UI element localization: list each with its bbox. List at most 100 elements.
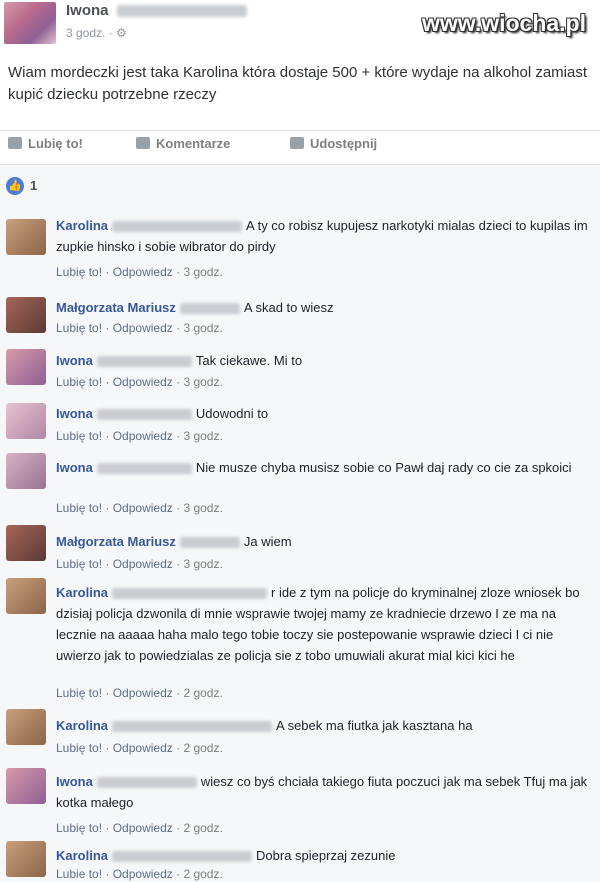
separator: · bbox=[172, 867, 184, 881]
separator: · bbox=[102, 686, 113, 700]
comment-meta: Lubię to! · Odpowiedz · 3 godz. bbox=[56, 265, 223, 279]
comment-meta: Lubie to! · Odpowiedz · 2 godz. bbox=[56, 867, 223, 881]
comment-time[interactable]: 3 godz. bbox=[183, 265, 222, 279]
commenter-avatar[interactable] bbox=[6, 841, 46, 877]
comment-reply-link[interactable]: Odpowiedz bbox=[113, 741, 173, 755]
comment-like-link[interactable]: Lubię to! bbox=[56, 375, 102, 389]
comment-reply-link[interactable]: Odpowiedz bbox=[113, 557, 173, 571]
separator: · bbox=[172, 821, 184, 835]
commenter-name[interactable]: Iwona bbox=[56, 460, 93, 475]
commenter-name[interactable]: Iwona bbox=[56, 774, 93, 789]
like-count: 1 bbox=[30, 178, 38, 193]
commenter-avatar[interactable] bbox=[6, 297, 46, 333]
comment-like-link[interactable]: Lubię to! bbox=[56, 265, 102, 279]
comment-reply-link[interactable]: Odpowiedz bbox=[113, 867, 173, 881]
comment-like-link[interactable]: Lubię to! bbox=[56, 321, 102, 335]
separator: · bbox=[102, 501, 113, 515]
redacted-surname bbox=[96, 463, 192, 475]
thumbs-up-icon: 👍 bbox=[6, 177, 24, 195]
author-name[interactable]: Iwona bbox=[66, 2, 109, 19]
watermark: www.wiocha.pl bbox=[422, 10, 586, 36]
redacted-surname bbox=[112, 851, 253, 863]
share-label: Udostępnij bbox=[310, 136, 378, 151]
author-avatar[interactable] bbox=[4, 2, 56, 44]
comment-time[interactable]: 2 godz. bbox=[183, 741, 222, 755]
comment-reply-link[interactable]: Odpowiedz bbox=[113, 265, 173, 279]
comment-time[interactable]: 2 godz. bbox=[183, 867, 222, 881]
comment-icon bbox=[136, 137, 150, 149]
comment-body: Iwona wiesz co byś chciała takiego fiuta … bbox=[56, 771, 596, 813]
redacted-surname bbox=[179, 537, 240, 549]
comment-time[interactable]: 2 godz. bbox=[183, 686, 222, 700]
commenter-name[interactable]: Karolina bbox=[56, 718, 108, 733]
commenter-name[interactable]: Małgorzata Mariusz bbox=[56, 300, 176, 315]
commenter-avatar[interactable] bbox=[6, 349, 46, 385]
comment-label: Komentarze bbox=[156, 136, 231, 151]
comment-body: Karolina A ty co robisz kupujesz narkotyk… bbox=[56, 215, 596, 257]
commenter-name[interactable]: Karolina bbox=[56, 218, 108, 233]
comment-button[interactable]: Komentarze bbox=[136, 136, 230, 151]
post-author[interactable]: Iwona bbox=[66, 2, 247, 19]
comment-body: Iwona Tak ciekawe. Mi to bbox=[56, 350, 596, 371]
comment-time[interactable]: 3 godz. bbox=[183, 557, 222, 571]
comment-like-link[interactable]: Lubię to! bbox=[56, 429, 102, 443]
comment-meta: Lubię to! · Odpowiedz · 2 godz. bbox=[56, 686, 223, 700]
commenter-avatar[interactable] bbox=[6, 453, 46, 489]
redacted-surname bbox=[112, 588, 268, 600]
comment-reply-link[interactable]: Odpowiedz bbox=[113, 821, 173, 835]
comment-meta: Lubię to! · Odpowiedz · 3 godz. bbox=[56, 429, 223, 443]
comment-time[interactable]: 3 godz. bbox=[183, 429, 222, 443]
thumbs-up-icon bbox=[8, 137, 22, 149]
commenter-avatar[interactable] bbox=[6, 403, 46, 439]
separator: · bbox=[102, 867, 113, 881]
comment-reply-link[interactable]: Odpowiedz bbox=[113, 375, 173, 389]
comment-reply-link[interactable]: Odpowiedz bbox=[113, 321, 173, 335]
comment-meta: Lubię to! · Odpowiedz · 3 godz. bbox=[56, 375, 223, 389]
comment-text: Dobra spieprzaj zezunie bbox=[256, 848, 396, 863]
commenter-avatar[interactable] bbox=[6, 219, 46, 255]
comment-time[interactable]: 3 godz. bbox=[183, 375, 222, 389]
comment-reply-link[interactable]: Odpowiedz bbox=[113, 686, 173, 700]
separator: · bbox=[102, 265, 113, 279]
comment-reply-link[interactable]: Odpowiedz bbox=[113, 501, 173, 515]
commenter-name[interactable]: Karolina bbox=[56, 848, 108, 863]
comment-like-link[interactable]: Lubię to! bbox=[56, 741, 102, 755]
commenter-name[interactable]: Małgorzata Mariusz bbox=[56, 534, 176, 549]
commenter-name[interactable]: Iwona bbox=[56, 353, 93, 368]
separator: · bbox=[102, 321, 113, 335]
separator: · bbox=[172, 375, 184, 389]
post-time[interactable]: 3 godz. · ⚙ bbox=[66, 26, 127, 40]
comment-meta: Lubię to! · Odpowiedz · 3 godz. bbox=[56, 321, 223, 335]
comment-like-link[interactable]: Lubię to! bbox=[56, 821, 102, 835]
comment-time[interactable]: 3 godz. bbox=[183, 321, 222, 335]
comment-text: Tak ciekawe. Mi to bbox=[195, 353, 303, 368]
separator: · bbox=[172, 429, 184, 443]
commenter-avatar[interactable] bbox=[6, 578, 46, 614]
comment-time[interactable]: 2 godz. bbox=[183, 821, 222, 835]
comment-body: Iwona Udowodni to bbox=[56, 403, 596, 424]
share-icon bbox=[290, 137, 304, 149]
redacted-surname bbox=[112, 721, 273, 733]
comment-text: Nie musze chyba musisz sobie co Pawł daj… bbox=[195, 460, 572, 475]
post-text: Wiam mordeczki jest taka Karolina która … bbox=[8, 64, 588, 103]
like-button[interactable]: Lubię to! bbox=[8, 136, 83, 151]
commenter-name[interactable]: Iwona bbox=[56, 406, 93, 421]
comment-like-link[interactable]: Lubię to! bbox=[56, 501, 102, 515]
comment-text: Ja wiem bbox=[243, 534, 292, 549]
share-button[interactable]: Udostępnij bbox=[290, 136, 377, 151]
comment-reply-link[interactable]: Odpowiedz bbox=[113, 429, 173, 443]
likes-summary[interactable]: 👍 1 bbox=[0, 168, 600, 206]
commenter-name[interactable]: Karolina bbox=[56, 585, 108, 600]
commenter-avatar[interactable] bbox=[6, 525, 46, 561]
redacted-surname bbox=[96, 777, 197, 789]
comment-body: Karolina r ide z tym na policje do krymin… bbox=[56, 582, 596, 666]
redacted-surname bbox=[96, 409, 192, 421]
commenter-avatar[interactable] bbox=[6, 768, 46, 804]
comment-like-link[interactable]: Lubię to! bbox=[56, 557, 102, 571]
commenter-avatar[interactable] bbox=[6, 709, 46, 745]
comment-like-link[interactable]: Lubię to! bbox=[56, 686, 102, 700]
separator: · bbox=[102, 375, 113, 389]
comment-like-link[interactable]: Lubie to! bbox=[56, 867, 102, 881]
post-actions: Lubię to! Komentarze Udostępnij bbox=[0, 130, 600, 160]
comment-time[interactable]: 3 godz. bbox=[183, 501, 222, 515]
